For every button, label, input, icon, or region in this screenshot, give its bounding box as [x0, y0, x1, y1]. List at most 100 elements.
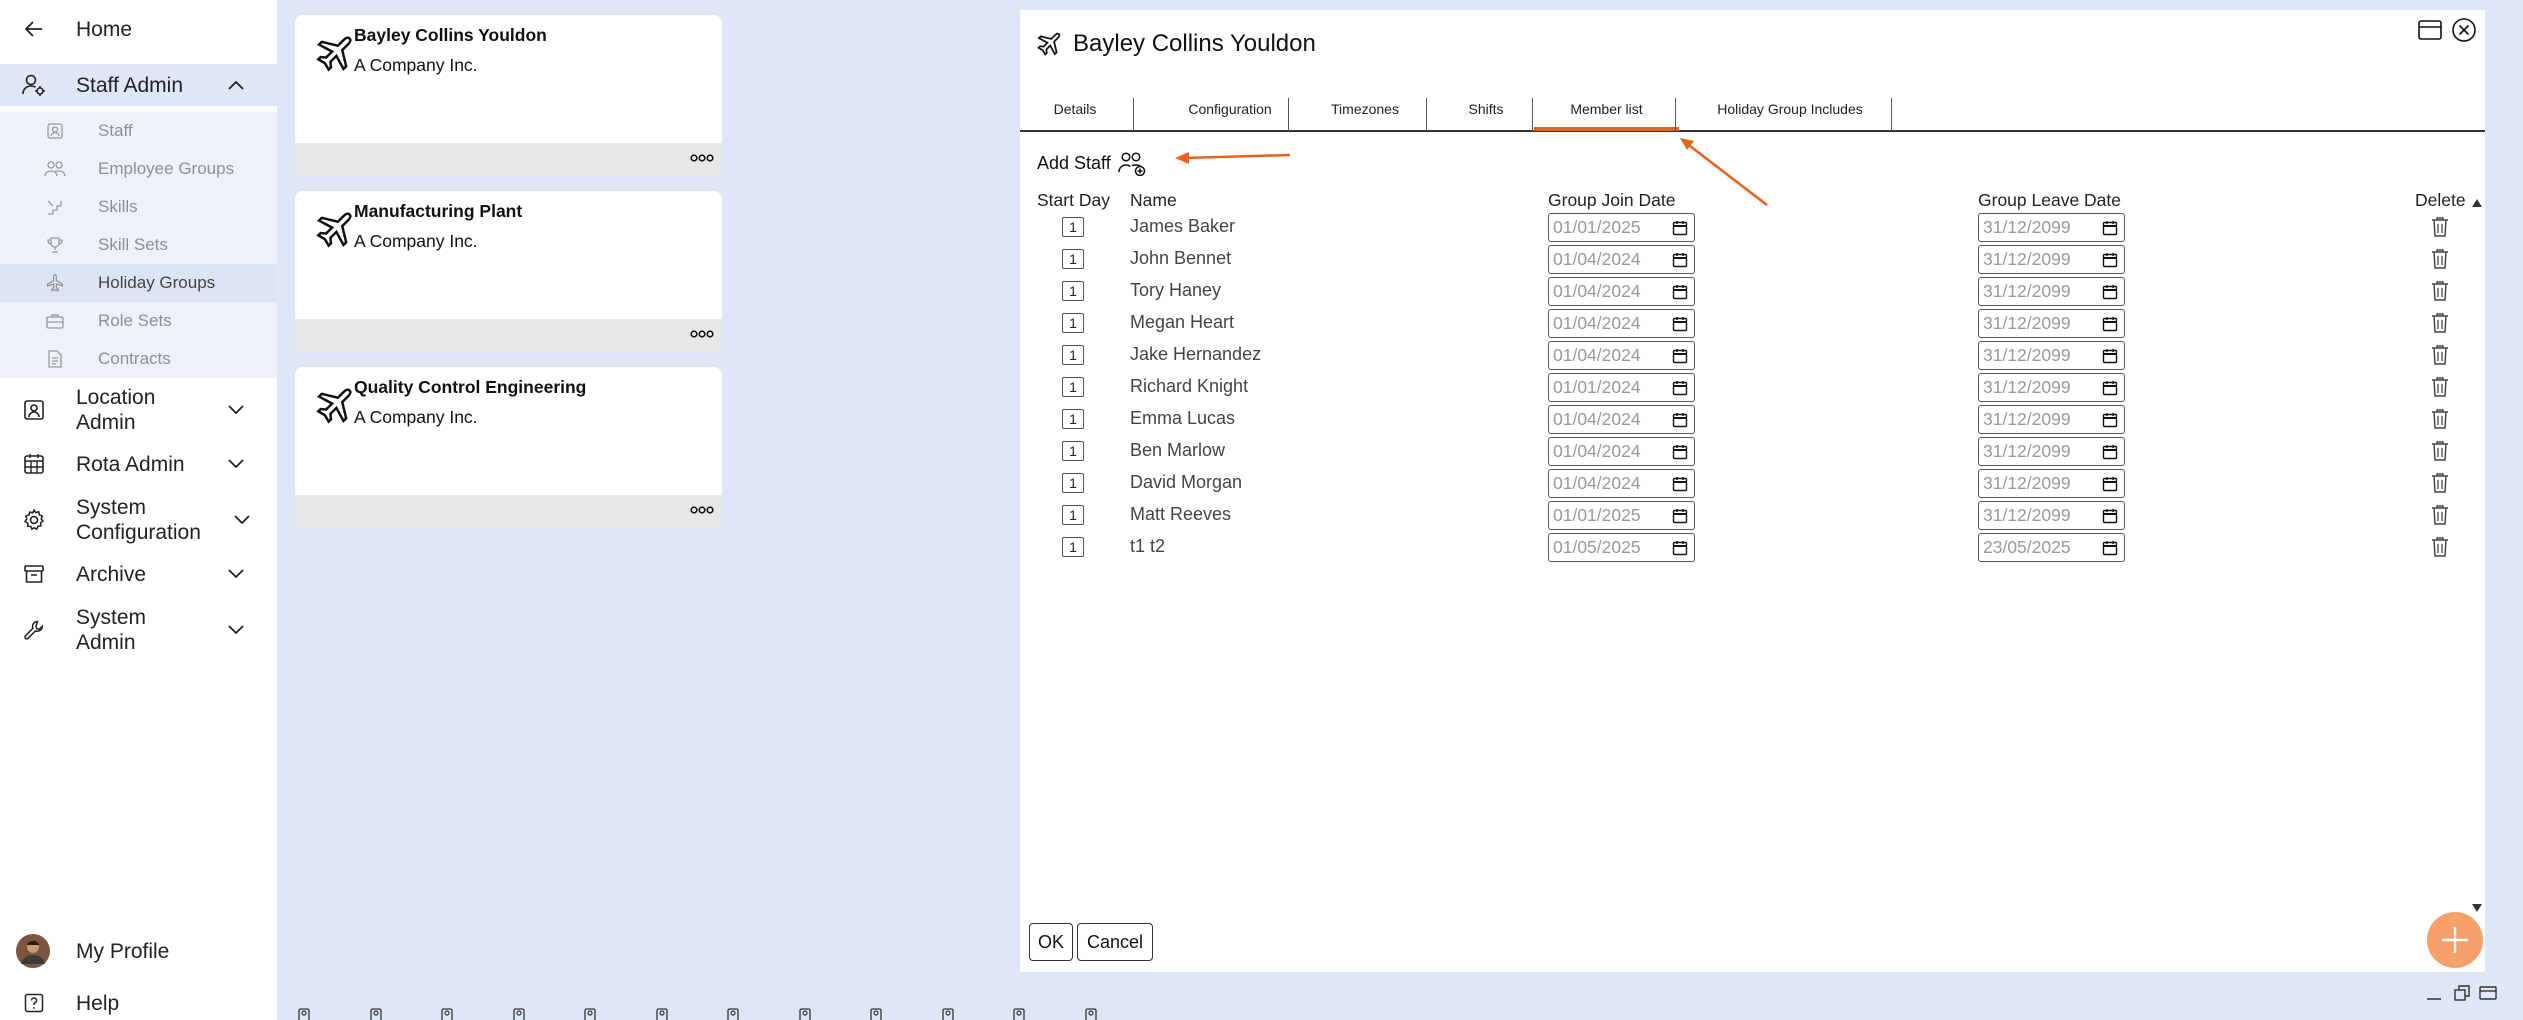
cancel-button[interactable]: Cancel	[1077, 923, 1153, 961]
nav-system-configuration[interactable]: System Configuration	[0, 494, 277, 546]
toolbar-icon[interactable]	[510, 1005, 528, 1020]
sidebar-item-employee-groups[interactable]: Employee Groups	[0, 150, 277, 188]
nav-rota-admin[interactable]: Rota Admin	[0, 446, 277, 482]
join-date-input[interactable]: 01/04/2024	[1548, 405, 1695, 434]
sidebar-item-role-sets[interactable]: Role Sets	[0, 302, 277, 340]
leave-date-input[interactable]: 31/12/2099	[1978, 245, 2125, 274]
calendar-icon[interactable]	[1672, 348, 1688, 364]
trash-icon[interactable]	[2429, 535, 2451, 559]
tab-member-list[interactable]: Member list	[1534, 88, 1679, 131]
trash-icon[interactable]	[2429, 439, 2451, 463]
calendar-icon[interactable]	[2102, 284, 2118, 300]
toolbar-icon[interactable]	[939, 1005, 957, 1020]
toolbar-icon[interactable]	[867, 1005, 885, 1020]
join-date-input[interactable]: 01/01/2025	[1548, 213, 1695, 242]
window-icon[interactable]	[2478, 983, 2498, 1003]
calendar-icon[interactable]	[1672, 508, 1688, 524]
chevron-down-icon[interactable]	[231, 509, 253, 531]
start-day-input[interactable]: 1	[1062, 345, 1084, 365]
holiday-group-card[interactable]: Bayley Collins Youldon A Company Inc.	[295, 15, 722, 175]
calendar-icon[interactable]	[1672, 316, 1688, 332]
chevron-down-icon[interactable]	[225, 399, 247, 421]
more-options-icon[interactable]	[690, 327, 714, 341]
restore-icon[interactable]	[2452, 983, 2472, 1003]
trash-icon[interactable]	[2429, 215, 2451, 239]
sidebar-item-holiday-groups[interactable]: Holiday Groups	[0, 264, 277, 302]
nav-my-profile[interactable]: My Profile	[0, 932, 277, 970]
add-staff-button[interactable]: Add Staff	[1037, 150, 1147, 177]
start-day-input[interactable]: 1	[1062, 409, 1084, 429]
join-date-input[interactable]: 01/05/2025	[1548, 533, 1695, 562]
add-fab-button[interactable]	[2427, 912, 2483, 968]
ok-button[interactable]: OK	[1029, 923, 1073, 961]
toolbar-icon[interactable]	[438, 1005, 456, 1020]
start-day-input[interactable]: 1	[1062, 537, 1084, 557]
holiday-group-card[interactable]: Quality Control Engineering A Company In…	[295, 367, 722, 527]
calendar-icon[interactable]	[1672, 284, 1688, 300]
nav-home[interactable]: Home	[0, 10, 277, 48]
calendar-icon[interactable]	[2102, 412, 2118, 428]
tab-configuration[interactable]: Configuration	[1150, 88, 1310, 130]
nav-location-admin[interactable]: Location Admin	[0, 384, 277, 436]
chevron-down-icon[interactable]	[225, 453, 247, 475]
sidebar-item-staff[interactable]: Staff	[0, 112, 277, 150]
join-date-input[interactable]: 01/01/2025	[1548, 501, 1695, 530]
calendar-icon[interactable]	[1672, 476, 1688, 492]
trash-icon[interactable]	[2429, 471, 2451, 495]
join-date-input[interactable]: 01/04/2024	[1548, 245, 1695, 274]
start-day-input[interactable]: 1	[1062, 377, 1084, 397]
calendar-icon[interactable]	[2102, 252, 2118, 268]
close-icon[interactable]	[2450, 16, 2478, 44]
trash-icon[interactable]	[2429, 375, 2451, 399]
calendar-icon[interactable]	[1672, 444, 1688, 460]
calendar-icon[interactable]	[2102, 316, 2118, 332]
toolbar-icon[interactable]	[653, 1005, 671, 1020]
join-date-input[interactable]: 01/04/2024	[1548, 437, 1695, 466]
maximize-icon[interactable]	[2416, 16, 2444, 44]
tab-details[interactable]: Details	[1035, 88, 1115, 130]
sidebar-item-contracts[interactable]: Contracts	[0, 340, 277, 378]
join-date-input[interactable]: 01/04/2024	[1548, 309, 1695, 338]
calendar-icon[interactable]	[1672, 412, 1688, 428]
trash-icon[interactable]	[2429, 503, 2451, 527]
sidebar-item-skill-sets[interactable]: Skill Sets	[0, 226, 277, 264]
trash-icon[interactable]	[2429, 247, 2451, 271]
calendar-icon[interactable]	[2102, 220, 2118, 236]
calendar-icon[interactable]	[1672, 220, 1688, 236]
leave-date-input[interactable]: 31/12/2099	[1978, 469, 2125, 498]
calendar-icon[interactable]	[2102, 508, 2118, 524]
tab-timezones[interactable]: Timezones	[1305, 88, 1425, 130]
leave-date-input[interactable]: 31/12/2099	[1978, 213, 2125, 242]
chevron-down-icon[interactable]	[225, 563, 247, 585]
join-date-input[interactable]: 01/04/2024	[1548, 341, 1695, 370]
calendar-icon[interactable]	[2102, 476, 2118, 492]
leave-date-input[interactable]: 31/12/2099	[1978, 501, 2125, 530]
start-day-input[interactable]: 1	[1062, 281, 1084, 301]
nav-staff-admin[interactable]: Staff Admin	[0, 64, 277, 106]
chevron-down-icon[interactable]	[225, 619, 247, 641]
leave-date-input[interactable]: 31/12/2099	[1978, 405, 2125, 434]
more-options-icon[interactable]	[690, 503, 714, 517]
tab-shifts[interactable]: Shifts	[1436, 88, 1536, 130]
toolbar-icon[interactable]	[295, 1005, 313, 1020]
tab-holiday-group-includes[interactable]: Holiday Group Includes	[1685, 88, 1895, 130]
nav-archive[interactable]: Archive	[0, 556, 277, 592]
leave-date-input[interactable]: 31/12/2099	[1978, 373, 2125, 402]
start-day-input[interactable]: 1	[1062, 473, 1084, 493]
start-day-input[interactable]: 1	[1062, 313, 1084, 333]
toolbar-icon[interactable]	[581, 1005, 599, 1020]
leave-date-input[interactable]: 31/12/2099	[1978, 277, 2125, 306]
leave-date-input[interactable]: 23/05/2025	[1978, 533, 2125, 562]
scroll-up-arrow-icon[interactable]	[2472, 194, 2482, 207]
join-date-input[interactable]: 01/01/2024	[1548, 373, 1695, 402]
toolbar-icon[interactable]	[1010, 1005, 1028, 1020]
start-day-input[interactable]: 1	[1062, 249, 1084, 269]
toolbar-icon[interactable]	[796, 1005, 814, 1020]
toolbar-icon[interactable]	[367, 1005, 385, 1020]
more-options-icon[interactable]	[690, 151, 714, 165]
nav-help[interactable]: Help	[0, 986, 277, 1020]
scroll-down-arrow-icon[interactable]	[2472, 899, 2482, 912]
toolbar-icon[interactable]	[724, 1005, 742, 1020]
calendar-icon[interactable]	[1672, 252, 1688, 268]
trash-icon[interactable]	[2429, 311, 2451, 335]
